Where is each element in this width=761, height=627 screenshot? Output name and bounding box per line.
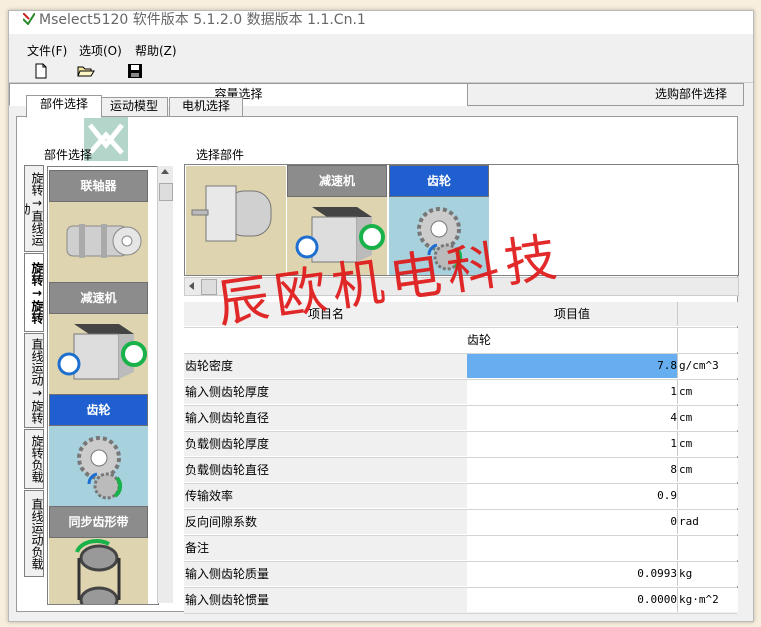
reducer-image <box>49 314 148 394</box>
column-header-value: 项目值 <box>467 302 678 326</box>
table-row[interactable]: 反向间隙系数 0 rad <box>184 510 738 536</box>
row-name: 输入侧齿轮直径 <box>184 406 468 430</box>
tab-label: 电机选择 <box>181 99 230 113</box>
vtab-rotary-to-rotary[interactable]: 旋转→旋转 <box>24 253 44 332</box>
row-value-input[interactable]: 0.0000 <box>467 588 678 612</box>
component-gear[interactable]: 齿轮 <box>49 394 148 506</box>
window-title: Mselect5120 软件版本 5.1.2.0 数据版本 1.1.Cn.1 <box>39 12 366 28</box>
gear-image <box>49 426 148 506</box>
left-panel-title: 部件选择 <box>44 148 93 162</box>
table-row[interactable]: 输入侧齿轮直径 4 cm <box>184 406 738 432</box>
row-unit: kg <box>678 562 738 586</box>
component-label: 同步齿形带 <box>49 506 148 538</box>
vtab-linear-to-rotary[interactable]: 直线运动→旋转 <box>24 333 44 428</box>
row-unit: cm <box>678 380 738 404</box>
row-unit: g/cm^3 <box>678 354 738 378</box>
menu-help[interactable]: 帮助(Z) <box>135 42 177 59</box>
part-label: 减速机 <box>287 165 387 197</box>
menu-options[interactable]: 选项(O) <box>79 42 122 59</box>
row-value-input[interactable]: 4 <box>467 406 678 430</box>
tab-option-selection[interactable]: 选购部件选择 <box>467 83 744 106</box>
row-value-input[interactable] <box>467 536 678 560</box>
tab-label: 运动模型 <box>109 99 158 113</box>
part-label: 齿轮 <box>389 165 489 197</box>
vtab-linear-load[interactable]: 直线运动负载 <box>24 490 44 577</box>
row-unit <box>678 536 738 560</box>
row-value-input[interactable]: 0.9 <box>467 484 678 508</box>
table-row[interactable]: 备注 <box>184 536 738 562</box>
new-file-icon[interactable] <box>33 63 51 81</box>
row-value-input[interactable]: 0.0993 <box>467 562 678 586</box>
row-unit: rad <box>678 510 738 534</box>
table-row[interactable]: 输入侧齿轮质量 0.0993 kg <box>184 562 738 588</box>
menu-file[interactable]: 文件(F) <box>27 42 67 59</box>
component-label: 齿轮 <box>49 394 148 426</box>
scroll-left-icon[interactable] <box>189 282 194 290</box>
table-group-row: 齿轮 <box>184 328 738 354</box>
table-row[interactable]: 输入侧齿轮惯量 0.0000 kg·m^2 <box>184 588 738 614</box>
table-row[interactable]: 传输效率 0.9 <box>184 484 738 510</box>
coupling-image <box>49 202 148 282</box>
row-unit: cm <box>678 432 738 456</box>
open-folder-icon[interactable] <box>77 63 95 81</box>
row-unit: cm <box>678 458 738 482</box>
vtab-rotary-to-linear[interactable]: 旋转→直线运动 <box>24 165 44 252</box>
scroll-up-icon[interactable] <box>161 169 169 174</box>
properties-table: 项目名 项目值 齿轮 齿轮密度 7.8 g/cm^3 输入侧齿轮厚度 1 cm … <box>184 302 738 614</box>
row-value-input[interactable]: 7.8 <box>467 354 678 378</box>
row-name: 负载侧齿轮厚度 <box>184 432 468 456</box>
component-list: 联轴器 减速机 齿轮 同步齿形带 <box>47 166 159 605</box>
row-unit: kg·m^2 <box>678 588 738 612</box>
title-bar: Mselect5120 软件版本 5.1.2.0 数据版本 1.1.Cn.1 <box>9 11 753 34</box>
component-timing-belt[interactable]: 同步齿形带 <box>49 506 148 604</box>
row-name: 负载侧齿轮直径 <box>184 458 468 482</box>
tab-label: 选购部件选择 <box>654 87 727 101</box>
tab-motion-model[interactable]: 运动模型 <box>100 97 168 117</box>
menu-bar: 文件(F) 选项(O) 帮助(Z) <box>9 39 753 60</box>
group-row-label: 齿轮 <box>467 328 678 352</box>
row-value-input[interactable]: 1 <box>467 380 678 404</box>
vtab-rotary-load[interactable]: 旋转负载 <box>24 429 44 489</box>
group-row-unit <box>678 328 738 352</box>
component-coupling[interactable]: 联轴器 <box>49 170 148 282</box>
toolbar <box>9 62 753 83</box>
row-name: 备注 <box>184 536 468 560</box>
tab-label: 部件选择 <box>39 97 88 111</box>
tab-component-selection[interactable]: 部件选择 <box>26 95 102 118</box>
app-icon <box>23 13 35 25</box>
row-value-input[interactable]: 8 <box>467 458 678 482</box>
component-label: 减速机 <box>49 282 148 314</box>
column-header-unit <box>678 302 738 326</box>
row-name: 输入侧齿轮质量 <box>184 562 468 586</box>
row-value-input[interactable]: 0 <box>467 510 678 534</box>
row-value-input[interactable]: 1 <box>467 432 678 456</box>
table-row[interactable]: 负载侧齿轮直径 8 cm <box>184 458 738 484</box>
row-name: 齿轮密度 <box>184 354 468 378</box>
row-unit: cm <box>678 406 738 430</box>
scroll-thumb[interactable] <box>159 183 173 201</box>
table-row[interactable]: 负载侧齿轮厚度 1 cm <box>184 432 738 458</box>
component-label: 联轴器 <box>49 170 148 202</box>
row-unit <box>678 484 738 508</box>
tab-motor-selection[interactable]: 电机选择 <box>169 97 243 117</box>
row-name: 输入侧齿轮惯量 <box>184 588 468 612</box>
component-list-scrollbar[interactable] <box>157 166 173 603</box>
timing-belt-image <box>49 538 148 604</box>
save-icon[interactable] <box>127 63 145 81</box>
row-name: 反向间隙系数 <box>184 510 468 534</box>
right-panel-title: 选择部件 <box>196 148 245 162</box>
row-name: 输入侧齿轮厚度 <box>184 380 468 404</box>
component-reducer[interactable]: 减速机 <box>49 282 148 394</box>
table-row[interactable]: 齿轮密度 7.8 g/cm^3 <box>184 354 738 380</box>
row-name: 传输效率 <box>184 484 468 508</box>
table-row[interactable]: 输入侧齿轮厚度 1 cm <box>184 380 738 406</box>
